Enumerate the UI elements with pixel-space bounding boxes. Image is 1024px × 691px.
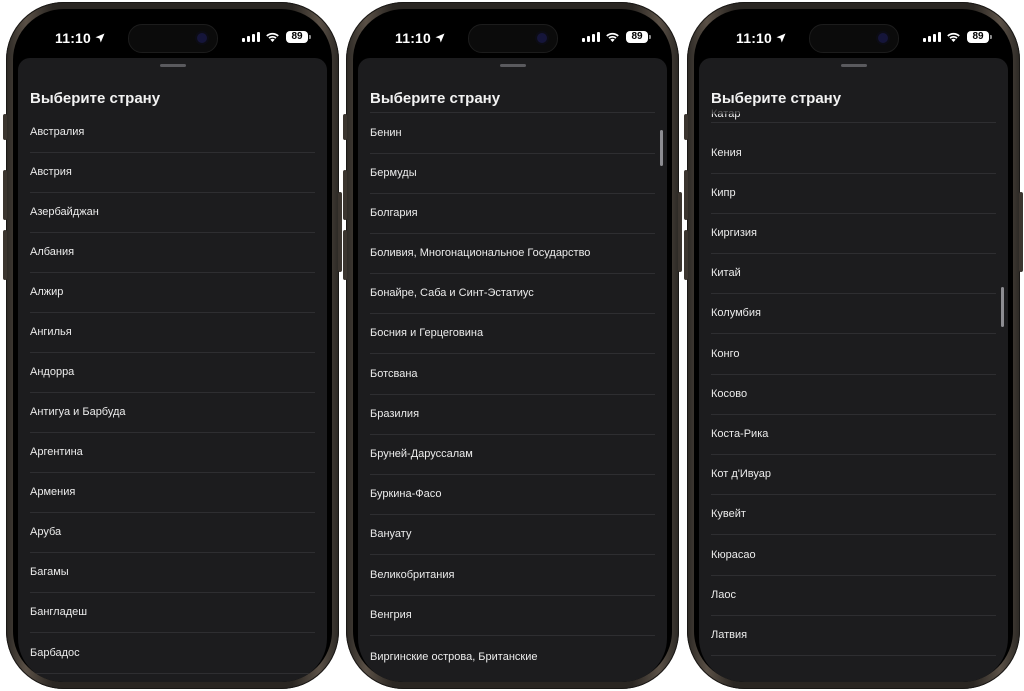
wifi-icon (947, 32, 960, 42)
country-row[interactable]: Азербайджан (30, 192, 315, 233)
wifi-icon (266, 32, 279, 42)
country-row[interactable]: Андорра (30, 352, 315, 393)
scrollbar[interactable] (1001, 287, 1004, 327)
country-row[interactable]: Кот д'Ивуар (711, 454, 996, 495)
country-row[interactable]: Албания (30, 232, 315, 273)
status-time: 11:10 (55, 30, 105, 46)
action-button (343, 114, 347, 140)
country-row[interactable]: Ангилья (30, 312, 315, 353)
country-row[interactable]: Бангладеш (30, 592, 315, 633)
location-arrow-icon (776, 33, 786, 43)
location-arrow-icon (95, 33, 105, 43)
country-row[interactable]: Косово (711, 374, 996, 415)
country-row[interactable]: Алжир (30, 272, 315, 313)
country-row[interactable]: Венгрия (370, 595, 655, 636)
country-row[interactable]: Колумбия (711, 293, 996, 334)
screen: 11:10 89 Выберите страну Австралия Австр… (13, 9, 332, 682)
country-row[interactable]: Киргизия (711, 213, 996, 254)
country-row[interactable]: Ботсвана (370, 354, 655, 395)
country-row[interactable]: Антигуа и Барбуда (30, 392, 315, 433)
camera-icon (877, 33, 888, 43)
side-button (338, 192, 342, 272)
country-row[interactable]: Австралия (30, 112, 315, 153)
volume-down-button (684, 230, 688, 280)
country-row[interactable]: Барбадос (30, 633, 315, 674)
dynamic-island (467, 24, 558, 53)
country-row[interactable]: Буркина-Фасо (370, 474, 655, 515)
country-picker-sheet[interactable]: Выберите страну Австралия Австрия Азерба… (18, 58, 327, 682)
country-row[interactable]: Болгария (370, 193, 655, 234)
volume-down-button (343, 230, 347, 280)
country-row[interactable]: Бермуды (370, 153, 655, 194)
country-row[interactable]: Бенин (370, 113, 655, 154)
country-row[interactable]: Босния и Герцеговина (370, 313, 655, 354)
phone-frame-3: 11:10 89 Катар Кения Кипр Киргизия Китай… (684, 2, 1023, 689)
country-row[interactable]: Багамы (30, 552, 315, 593)
country-list[interactable]: Бенин Бермуды Болгария Боливия, Многонац… (370, 58, 655, 682)
country-row[interactable]: Латвия (711, 615, 996, 656)
cellular-signal-icon (242, 32, 260, 42)
country-row[interactable]: Кения (711, 133, 996, 174)
volume-up-button (343, 170, 347, 220)
country-row[interactable]: Армения (30, 472, 315, 513)
status-time: 11:10 (736, 30, 786, 46)
screen: 11:10 89 Выберите страну Бенин Бермуды Б… (353, 9, 672, 682)
country-row[interactable]: Китай (711, 253, 996, 294)
side-button (678, 192, 682, 272)
country-row[interactable]: Коста-Рика (711, 414, 996, 455)
volume-down-button (3, 230, 7, 280)
phone-frame-1: 11:10 89 Выберите страну Австралия Австр… (3, 2, 342, 689)
battery-icon: 89 (967, 31, 992, 43)
dynamic-island (127, 24, 218, 53)
country-row[interactable]: Австрия (30, 152, 315, 193)
country-row[interactable]: Кувейт (711, 494, 996, 535)
country-row[interactable]: Виргинские острова, Британские (370, 649, 655, 682)
country-row[interactable]: Кюрасао (711, 535, 996, 576)
country-row[interactable]: Вануату (370, 514, 655, 555)
country-list[interactable]: Катар Кения Кипр Киргизия Китай Колумбия… (711, 58, 996, 682)
volume-up-button (3, 170, 7, 220)
battery-icon: 89 (286, 31, 311, 43)
status-time: 11:10 (395, 30, 445, 46)
time-label: 11:10 (55, 30, 92, 46)
country-row[interactable]: Бруней-Даруссалам (370, 434, 655, 475)
camera-icon (536, 33, 547, 43)
scrollbar[interactable] (660, 130, 663, 166)
cellular-signal-icon (582, 32, 600, 42)
cellular-signal-icon (923, 32, 941, 42)
volume-up-button (684, 170, 688, 220)
screen: 11:10 89 Катар Кения Кипр Киргизия Китай… (694, 9, 1013, 682)
country-list[interactable]: Австралия Австрия Азербайджан Албания Ал… (30, 58, 315, 682)
country-row[interactable]: Аргентина (30, 432, 315, 473)
camera-icon (196, 33, 207, 43)
phone-frame-2: 11:10 89 Выберите страну Бенин Бермуды Б… (343, 2, 682, 689)
country-picker-sheet[interactable]: Выберите страну Бенин Бермуды Болгария Б… (358, 58, 667, 682)
time-label: 11:10 (736, 30, 773, 46)
time-label: 11:10 (395, 30, 432, 46)
country-row[interactable]: Лаос (711, 575, 996, 616)
country-row[interactable]: Боливия, Многонациональное Государство (370, 233, 655, 274)
sheet-title: Выберите страну (711, 90, 842, 107)
location-arrow-icon (435, 33, 445, 43)
country-row[interactable]: Бразилия (370, 394, 655, 435)
action-button (3, 114, 7, 140)
country-row[interactable]: Конго (711, 334, 996, 375)
country-row[interactable]: Великобритания (370, 555, 655, 596)
action-button (684, 114, 688, 140)
battery-icon: 89 (626, 31, 651, 43)
side-button (1019, 192, 1023, 272)
country-picker-sheet[interactable]: Катар Кения Кипр Киргизия Китай Колумбия… (699, 58, 1008, 682)
country-row[interactable]: Бонайре, Саба и Синт-Эстатиус (370, 273, 655, 314)
dynamic-island (808, 24, 899, 53)
country-row[interactable]: Аруба (30, 512, 315, 553)
country-row[interactable]: Кипр (711, 173, 996, 214)
wifi-icon (606, 32, 619, 42)
